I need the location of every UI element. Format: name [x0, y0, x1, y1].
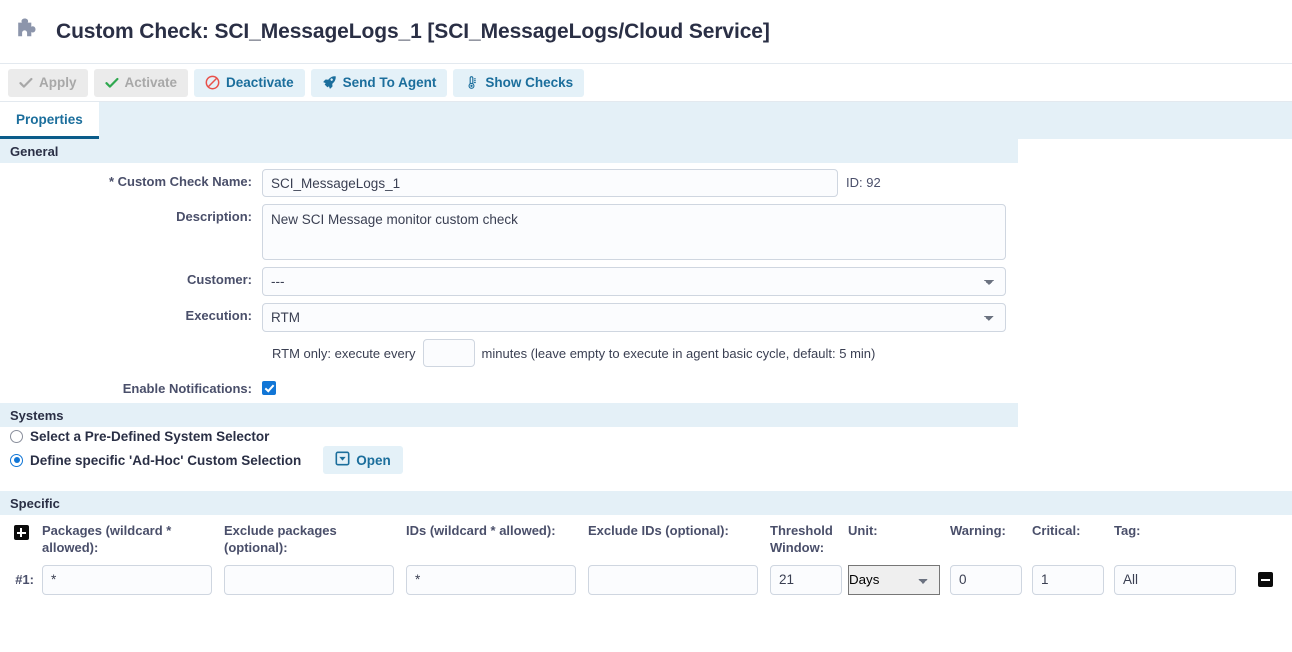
critical-input[interactable]: [1032, 565, 1104, 595]
check-id-text: ID: 92: [838, 169, 881, 190]
specific-table-header: Packages (wildcard * allowed): Exclude p…: [0, 515, 1292, 557]
field-row-description: Description: New SCI Message monitor cus…: [0, 204, 1292, 260]
exclude-ids-input[interactable]: [588, 565, 758, 595]
thermometer-icon: [464, 75, 479, 90]
threshold-window-input[interactable]: [770, 565, 842, 595]
page-header: Custom Check: SCI_MessageLogs_1 [SCI_Mes…: [0, 0, 1292, 64]
table-row: #1: Days: [0, 557, 1292, 595]
customer-label: Customer:: [0, 267, 262, 287]
apply-button[interactable]: Apply: [8, 69, 88, 97]
rtm-interval-input[interactable]: [423, 339, 475, 367]
row-index-label: #1:: [0, 572, 42, 587]
field-row-custom-check-name: * Custom Check Name: ID: 92: [0, 169, 1292, 197]
check-icon: [19, 76, 33, 90]
remove-row-cell: [1250, 572, 1290, 587]
activate-button[interactable]: Activate: [94, 69, 189, 97]
tag-input[interactable]: [1114, 565, 1236, 595]
send-to-agent-button-label: Send To Agent: [343, 75, 437, 90]
description-label: Description:: [0, 204, 262, 224]
column-header-exclude-ids: Exclude IDs (optional):: [588, 523, 770, 540]
rocket-icon: [322, 75, 337, 90]
open-selection-button-label: Open: [356, 453, 391, 468]
column-header-exclude-packages: Exclude packages (optional):: [224, 523, 406, 557]
execution-label: Execution:: [0, 303, 262, 323]
specific-table: Packages (wildcard * allowed): Exclude p…: [0, 515, 1292, 595]
custom-check-name-input[interactable]: [262, 169, 838, 197]
tab-properties[interactable]: Properties: [0, 102, 99, 139]
field-row-enable-notifications: Enable Notifications:: [0, 376, 1292, 396]
enable-notifications-checkbox[interactable]: [262, 381, 276, 395]
predefined-selector-label: Select a Pre-Defined System Selector: [30, 429, 269, 444]
warning-input[interactable]: [950, 565, 1022, 595]
customer-select[interactable]: ---: [262, 267, 1006, 296]
cell-exclude-packages: [224, 565, 406, 595]
apply-button-label: Apply: [39, 75, 77, 90]
column-header-tag: Tag:: [1114, 523, 1250, 540]
exclude-packages-input[interactable]: [224, 565, 394, 595]
puzzle-piece-icon: [12, 15, 46, 49]
systems-form: Select a Pre-Defined System Selector Def…: [0, 427, 1292, 474]
open-selection-button[interactable]: Open: [323, 446, 403, 474]
system-option-predefined[interactable]: Select a Pre-Defined System Selector: [0, 427, 1292, 444]
section-header-systems-label: Systems: [10, 408, 63, 423]
general-form: * Custom Check Name: ID: 92 Description:…: [0, 163, 1292, 396]
cell-packages: [42, 565, 224, 595]
section-header-specific: Specific: [0, 491, 1292, 515]
field-row-customer: Customer: ---: [0, 267, 1292, 296]
activate-button-label: Activate: [125, 75, 178, 90]
show-checks-button[interactable]: Show Checks: [453, 69, 584, 97]
column-header-packages: Packages (wildcard * allowed):: [42, 523, 224, 557]
custom-check-name-label: * Custom Check Name:: [0, 169, 262, 189]
unit-select[interactable]: Days: [848, 565, 940, 595]
cell-critical: [1032, 565, 1114, 595]
system-option-adhoc[interactable]: Define specific 'Ad-Hoc' Custom Selectio…: [0, 444, 1292, 474]
section-header-systems: Systems: [0, 403, 1018, 427]
cell-threshold-window: [770, 565, 848, 595]
column-header-critical: Critical:: [1032, 523, 1114, 540]
plus-square-icon[interactable]: [14, 525, 29, 540]
predefined-selector-radio[interactable]: [10, 430, 23, 443]
check-icon: [105, 76, 119, 90]
section-header-general: General: [0, 139, 1018, 163]
column-header-unit: Unit:: [848, 523, 950, 540]
rtm-interval-row: RTM only: execute every minutes (leave e…: [272, 339, 1292, 367]
column-header-warning: Warning:: [950, 523, 1032, 540]
cell-warning: [950, 565, 1032, 595]
rtm-prefix-label: RTM only: execute every: [272, 346, 416, 361]
minus-square-icon[interactable]: [1258, 572, 1273, 587]
cell-exclude-ids: [588, 565, 770, 595]
action-toolbar: Apply Activate Deactivate Send To Agent: [0, 64, 1292, 102]
adhoc-selection-label: Define specific 'Ad-Hoc' Custom Selectio…: [30, 453, 301, 468]
adhoc-selection-radio[interactable]: [10, 454, 23, 467]
tab-properties-label: Properties: [16, 112, 83, 127]
no-entry-icon: [205, 75, 220, 90]
cell-tag: [1114, 565, 1250, 595]
cell-ids: [406, 565, 588, 595]
deactivate-button[interactable]: Deactivate: [194, 69, 305, 97]
show-checks-button-label: Show Checks: [485, 75, 573, 90]
description-textarea[interactable]: New SCI Message monitor custom check: [262, 204, 1006, 260]
section-header-general-label: General: [10, 144, 58, 159]
enable-notifications-label: Enable Notifications:: [0, 376, 262, 396]
send-to-agent-button[interactable]: Send To Agent: [311, 69, 448, 97]
execution-select[interactable]: RTM: [262, 303, 1006, 332]
cell-unit: Days: [848, 565, 950, 595]
column-header-ids: IDs (wildcard * allowed):: [406, 523, 588, 540]
rtm-suffix-label: minutes (leave empty to execute in agent…: [482, 346, 876, 361]
field-row-execution: Execution: RTM: [0, 303, 1292, 332]
deactivate-button-label: Deactivate: [226, 75, 294, 90]
packages-input[interactable]: [42, 565, 212, 595]
ids-input[interactable]: [406, 565, 576, 595]
tab-bar: Properties: [0, 102, 1292, 139]
section-header-specific-label: Specific: [10, 496, 60, 511]
add-row-cell: [0, 523, 42, 540]
dropdown-box-icon: [335, 451, 350, 469]
page-title: Custom Check: SCI_MessageLogs_1 [SCI_Mes…: [56, 20, 770, 44]
column-header-threshold-window: Threshold Window:: [770, 523, 848, 557]
